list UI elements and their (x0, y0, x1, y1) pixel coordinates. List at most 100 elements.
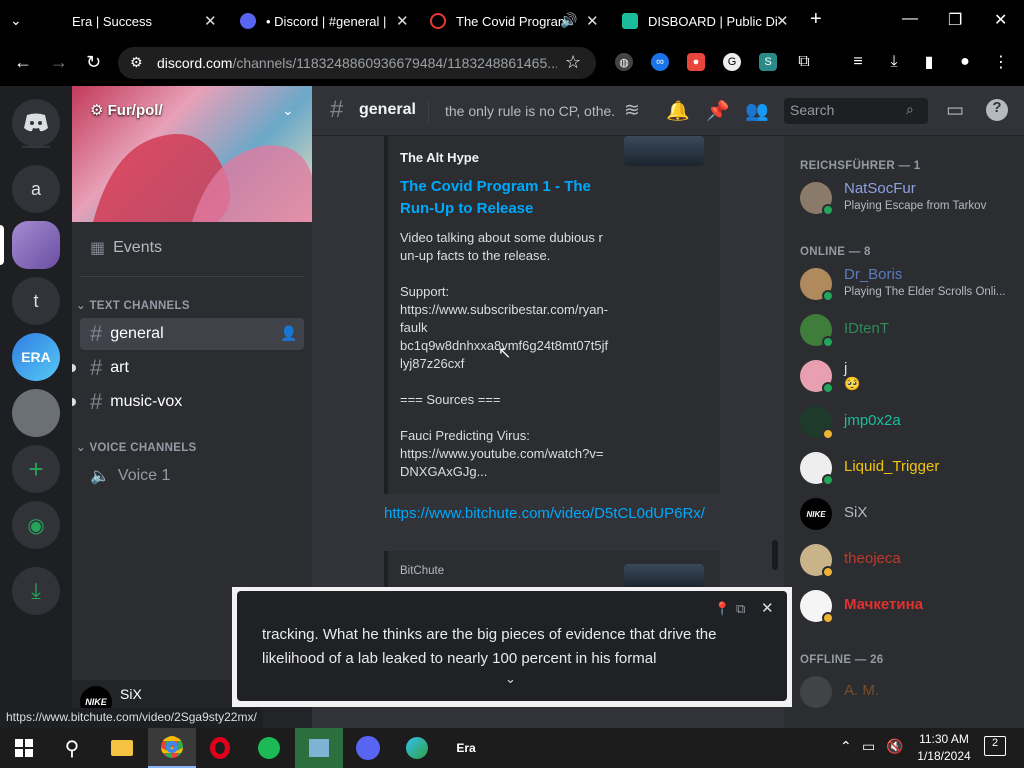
help-icon[interactable]: ? (986, 99, 1008, 121)
media-queue-icon[interactable]: ≡ (849, 53, 867, 71)
add-member-icon[interactable]: 👤 (280, 325, 297, 342)
download-icon[interactable]: ⤓ (885, 53, 903, 71)
url-text[interactable]: discord.com/channels/1183248860936679484… (157, 55, 557, 71)
search-icon: ⌕ (906, 101, 914, 117)
online-status-dot (822, 336, 834, 348)
tab-close-icon[interactable]: ✕ (396, 12, 409, 30)
expand-chevron-icon[interactable]: ⌄ (505, 671, 516, 687)
message-link[interactable]: https://www.bitchute.com/video/D5tCL0dUP… (384, 503, 719, 525)
reload-icon[interactable]: ↻ (86, 52, 101, 73)
channel-art[interactable]: # art (80, 352, 304, 384)
channel-voice-1[interactable]: 🔈 Voice 1 (80, 460, 304, 492)
embed-thumbnail[interactable] (624, 564, 704, 588)
member-j[interactable]: j 🥺 (800, 356, 1020, 396)
tab-search-chevron-icon[interactable]: ⌄ (10, 12, 22, 29)
tab-close-icon[interactable]: ✕ (776, 12, 789, 30)
member-liquid-trigger[interactable]: Liquid_Trigger (800, 448, 1020, 488)
search-icon[interactable]: ⚲ (48, 728, 96, 768)
infinity-extension-icon[interactable]: ∞ (651, 53, 669, 71)
text-channels-category[interactable]: ⌄ TEXT CHANNELS (76, 298, 190, 312)
download-apps-icon[interactable]: ⤓ (12, 567, 60, 615)
globe-extension-icon[interactable]: ◍ (615, 53, 633, 71)
server-era-avatar[interactable]: ERA (12, 333, 60, 381)
tab-disboard[interactable]: DISBOARD | Public Dis ✕ (610, 0, 800, 42)
tab-covid-program[interactable]: The Covid Program 🔊 ✕ (418, 0, 610, 42)
forward-arrow-icon[interactable]: → (50, 52, 68, 73)
channel-topic[interactable]: the only rule is no CP, othe... (445, 103, 615, 119)
voice-channels-category[interactable]: ⌄ VOICE CHANNELS (76, 440, 197, 454)
notification-center-icon[interactable]: 2 (984, 736, 1006, 756)
minimize-icon[interactable]: — (902, 10, 918, 28)
profile-icon[interactable]: ● (956, 53, 974, 71)
member-six[interactable]: NIKE SiX (800, 494, 1020, 534)
notification-bell-icon[interactable]: 🔔 (666, 99, 690, 123)
member-name: Dr_Boris (844, 266, 903, 283)
member-dr-boris[interactable]: Dr_Boris Playing The Elder Scrolls Onli.… (800, 264, 1020, 304)
tab-close-icon[interactable]: ✕ (204, 12, 217, 30)
add-server-plus-icon[interactable]: + (12, 445, 60, 493)
app-taskbar-icon[interactable] (295, 728, 343, 768)
file-explorer-icon[interactable] (98, 728, 146, 768)
speaker-audio-icon[interactable]: 🔊 (560, 12, 577, 29)
member-theojeca[interactable]: theojeca (800, 540, 1020, 580)
member-idtent[interactable]: IDtenT (800, 310, 1020, 350)
chrome-menu-icon[interactable]: ⋮ (992, 53, 1010, 71)
volume-muted-icon[interactable]: 🔇 (886, 738, 903, 755)
start-windows-icon[interactable] (0, 728, 48, 768)
member-list-icon[interactable]: 👥 (745, 99, 769, 123)
inbox-icon[interactable]: ▭ (946, 99, 964, 122)
server-wolf-avatar[interactable] (12, 389, 60, 437)
restore-icon[interactable]: ❐ (948, 10, 962, 30)
server-t[interactable]: t (12, 277, 60, 325)
search-input[interactable]: Search ⌕ (784, 98, 928, 124)
tray-chevron-icon[interactable]: ⌃ (840, 738, 852, 755)
taskbar-clock[interactable]: 11:30 AM 1/18/2024 (904, 731, 984, 765)
opera-icon[interactable] (196, 728, 244, 768)
embed-title[interactable]: The Covid Program 1 - The Run-Up to Rele… (400, 176, 610, 220)
new-tab-button[interactable]: + (810, 8, 822, 31)
extensions-puzzle-icon[interactable]: ⧉ (795, 53, 813, 71)
era-taskbar-app[interactable]: Era (442, 728, 490, 768)
idle-status-dot (822, 428, 834, 440)
embed-provider[interactable]: BitChute (400, 565, 444, 577)
spotify-icon[interactable] (245, 728, 293, 768)
record-extension-icon[interactable]: ● (687, 53, 705, 71)
server-a[interactable]: a (12, 165, 60, 213)
tab-era[interactable]: Era | Success ✕ (56, 0, 226, 42)
tab-discord[interactable]: • Discord | #general | F ✕ (228, 0, 418, 42)
server-menu-chevron-icon[interactable]: ⌄ (282, 102, 294, 119)
active-server-pill (0, 225, 4, 265)
popout-icon[interactable]: ⧉ (736, 601, 745, 617)
side-panel-icon[interactable]: ▮ (920, 53, 938, 71)
online-status-dot (822, 204, 834, 216)
member-a-m[interactable]: A. M. (800, 672, 1020, 712)
s-extension-icon[interactable]: S (759, 53, 777, 71)
pin-icon[interactable]: 📍 (714, 601, 730, 617)
direct-messages-discord-icon[interactable] (12, 99, 60, 147)
g-extension-icon[interactable]: G (723, 53, 741, 71)
embed-author[interactable]: The Alt Hype (400, 150, 479, 165)
member-machketina[interactable]: Мачкетина (800, 586, 1020, 626)
pinned-messages-icon[interactable]: 📌 (706, 99, 730, 123)
member-natsocfur[interactable]: NatSocFur Playing Escape from Tarkov (800, 178, 1020, 218)
member-jmp0x2a[interactable]: jmp0x2a (800, 402, 1020, 442)
network-icon[interactable]: ▭ (862, 738, 875, 755)
scrollbar-thumb[interactable] (772, 540, 778, 570)
channel-music-vox[interactable]: # music-vox (80, 386, 304, 418)
edge-icon[interactable] (393, 728, 441, 768)
events-item[interactable]: ▦ Events (80, 232, 304, 264)
server-name[interactable]: ⚙ Fur/pol/ (90, 101, 163, 119)
channel-general[interactable]: # general 👤 (80, 318, 304, 350)
back-arrow-icon[interactable]: ← (14, 52, 32, 73)
embed-thumbnail[interactable] (624, 136, 704, 166)
discord-taskbar-icon[interactable] (344, 728, 392, 768)
server-fur-pol-avatar[interactable] (12, 221, 60, 269)
tab-close-icon[interactable]: ✕ (586, 12, 599, 30)
threads-icon[interactable]: ≋ (624, 99, 640, 122)
close-window-icon[interactable]: ✕ (994, 10, 1007, 30)
chrome-taskbar-icon[interactable] (148, 728, 196, 768)
site-info-icon[interactable]: ⚙ (130, 54, 143, 71)
close-caption-icon[interactable]: ✕ (761, 599, 774, 617)
bookmark-star-icon[interactable]: ☆ (565, 52, 581, 73)
explore-compass-icon[interactable]: ◉ (12, 501, 60, 549)
